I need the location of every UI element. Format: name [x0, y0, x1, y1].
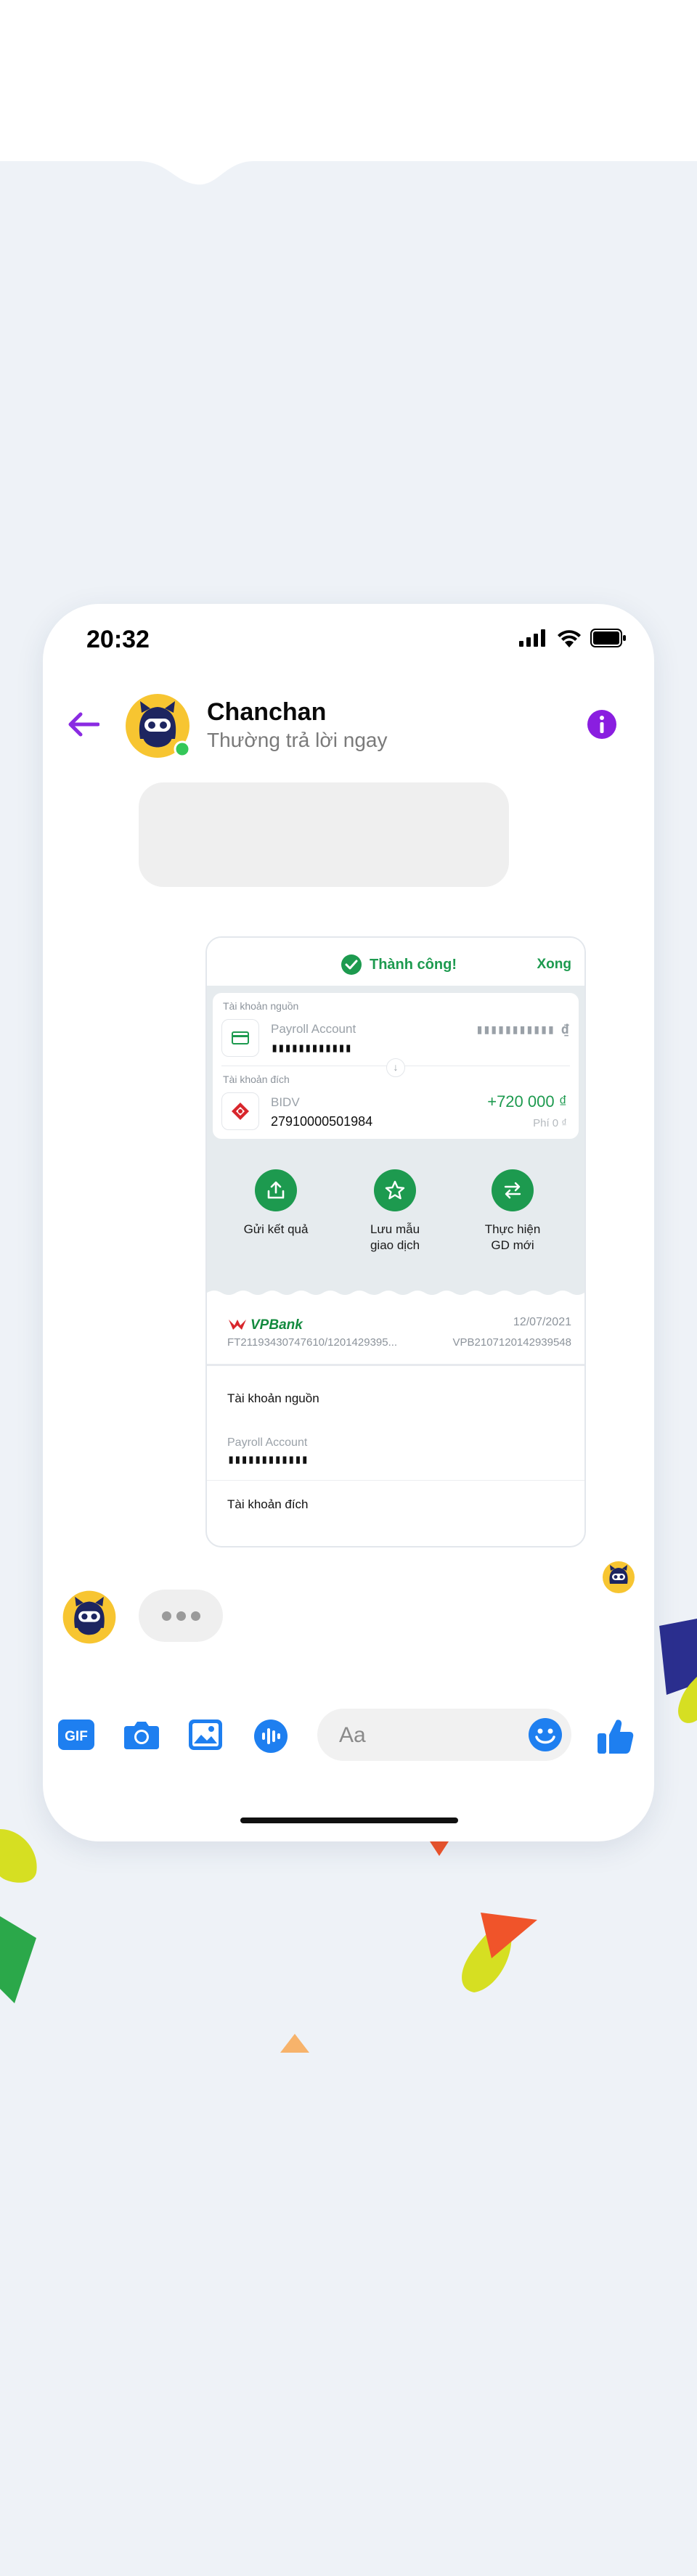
info-icon[interactable]	[586, 708, 618, 740]
back-arrow-icon[interactable]	[68, 711, 99, 737]
phone-mockup: 20:32 Chanchan Thường trả lời ngay Thành…	[43, 604, 654, 1841]
thumbs-up-icon[interactable]	[596, 1717, 635, 1755]
receipt-header: Thành công! Xong	[207, 938, 584, 986]
dest-account-label: Tài khoản đích	[223, 1074, 290, 1085]
dest-bank-name: BIDV	[271, 1095, 300, 1109]
reference-vpb: VPB2107120142939548	[452, 1336, 572, 1349]
share-icon	[255, 1169, 297, 1211]
status-time: 20:32	[86, 626, 150, 653]
status-icons	[519, 629, 627, 647]
contact-name[interactable]: Chanchan	[207, 698, 326, 727]
transaction-date: 12/07/2021	[513, 1316, 571, 1328]
swap-icon	[492, 1169, 534, 1211]
confetti-yellow-right	[678, 1677, 697, 1723]
detail-dest-label: Tài khoản đích	[227, 1497, 309, 1511]
reference-ft: FT21193430747610/1201429395...	[227, 1336, 398, 1349]
check-circle-icon	[341, 954, 362, 975]
gif-label: GIF	[65, 1729, 88, 1744]
message-bubble-placeholder	[139, 782, 509, 887]
confetti-green-block-left	[0, 1916, 36, 2003]
confetti-orange-triangle-large	[481, 1913, 537, 1958]
bidv-logo-icon	[221, 1092, 259, 1130]
success-indicator: Thành công!	[341, 954, 457, 976]
accounts-box: Tài khoản nguồn Payroll Account ▮▮▮▮▮▮▮▮…	[213, 993, 579, 1139]
vpbank-logo: VPBank	[227, 1317, 303, 1333]
typing-dot	[161, 1611, 171, 1621]
success-text: Thành công!	[370, 956, 457, 973]
message-input[interactable]: Aa	[317, 1709, 571, 1761]
source-account-label: Tài khoản nguồn	[223, 1000, 299, 1012]
accounts-panel: Tài khoản nguồn Payroll Account ▮▮▮▮▮▮▮▮…	[207, 986, 584, 1146]
detail-source-label: Tài khoản nguồn	[227, 1391, 319, 1405]
vpbank-bird-icon	[229, 1320, 246, 1330]
typing-indicator	[139, 1590, 223, 1642]
card-icon	[221, 1019, 259, 1057]
save-template-button[interactable]: Lưu mẫu giao dịch	[341, 1169, 449, 1254]
arrow-down-icon: ↓	[386, 1058, 405, 1077]
send-result-button[interactable]: Gửi kết quả	[221, 1169, 330, 1238]
source-account-number: ▮▮▮▮▮▮▮▮▮▮▮▮	[271, 1041, 352, 1055]
source-account-name: Payroll Account	[271, 1022, 356, 1036]
bank-reference-row: VPBank 12/07/2021 FT21193430747610/12014…	[207, 1296, 584, 1366]
receipt-actions: Gửi kết quả Lưu mẫu giao dịch Thực hiện …	[207, 1146, 584, 1297]
transfer-amount: +720 000 ₫	[487, 1092, 567, 1111]
home-indicator	[240, 1817, 458, 1823]
signal-icon	[519, 629, 545, 647]
done-button[interactable]: Xong	[537, 957, 572, 973]
typing-dot	[190, 1611, 200, 1621]
new-transaction-label: Thực hiện GD mới	[484, 1222, 541, 1252]
gif-icon[interactable]: GIF	[57, 1719, 95, 1751]
confetti-yellow-leaf-left	[0, 1829, 37, 1883]
detail-divider	[207, 1480, 584, 1481]
photo-icon[interactable]	[188, 1719, 223, 1751]
voice-icon[interactable]	[253, 1719, 288, 1754]
detail-source-number: ▮▮▮▮▮▮▮▮▮▮▮▮	[227, 1452, 309, 1467]
typing-avatar	[62, 1590, 116, 1644]
detail-source-name: Payroll Account	[227, 1436, 308, 1449]
star-icon	[374, 1169, 416, 1211]
typing-dot	[176, 1611, 186, 1621]
battery-icon	[590, 629, 626, 647]
top-white-band	[0, 0, 697, 161]
contact-status: Thường trả lời ngay	[207, 729, 388, 751]
receipt-details: VPBank 12/07/2021 FT21193430747610/12014…	[207, 1296, 584, 1513]
wifi-icon	[558, 630, 581, 647]
transaction-receipt-card[interactable]: Thành công! Xong Tài khoản nguồn Payroll…	[205, 936, 586, 1547]
camera-icon[interactable]	[123, 1719, 160, 1751]
read-receipt-avatar	[603, 1561, 635, 1593]
wave-divider	[0, 152, 697, 185]
send-result-label: Gửi kết quả	[243, 1222, 309, 1236]
message-input-placeholder: Aa	[339, 1723, 366, 1747]
message-composer: GIF Aa	[43, 1706, 654, 1764]
dest-account-number: 27910000501984	[271, 1114, 373, 1129]
new-transaction-button[interactable]: Thực hiện GD mới	[458, 1169, 567, 1254]
source-balance: ▮▮▮▮▮▮▮▮▮▮▮ ₫	[476, 1022, 569, 1037]
confetti-orange-triangle-small	[430, 1841, 449, 1856]
contact-avatar[interactable]	[124, 692, 191, 759]
transfer-fee: Phí 0 ₫	[533, 1117, 567, 1129]
confetti-peach-triangle	[280, 2034, 309, 2053]
bank-name: VPBank	[250, 1317, 303, 1333]
source-account: Tài khoản nguồn Payroll Account ▮▮▮▮▮▮▮▮…	[221, 993, 570, 1077]
save-template-label: Lưu mẫu giao dịch	[370, 1222, 420, 1252]
emoji-icon[interactable]	[528, 1717, 563, 1752]
